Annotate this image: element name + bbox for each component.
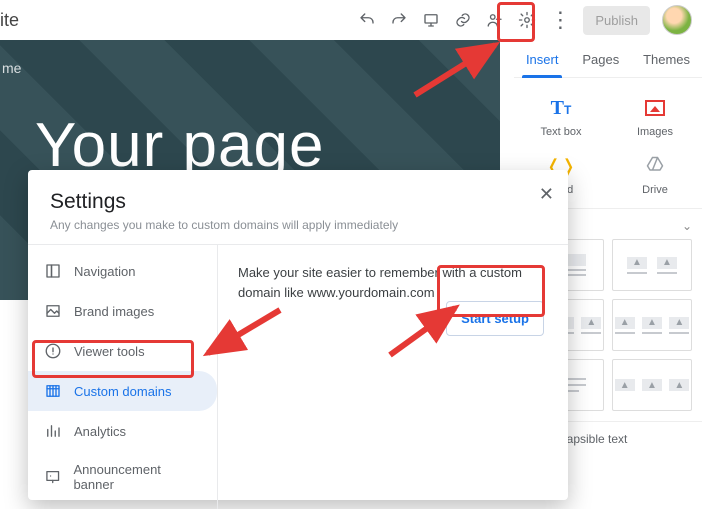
insert-images-label: Images [637, 126, 673, 138]
images-icon [645, 100, 665, 116]
layout-card[interactable]: ▲▲▲ [612, 359, 692, 411]
brand-images-icon [44, 302, 62, 320]
viewer-tools-icon [44, 342, 62, 360]
insert-textbox-label: Text box [541, 126, 582, 138]
gear-icon[interactable] [517, 10, 537, 30]
share-icon[interactable] [485, 10, 505, 30]
nav-custom-domains[interactable]: Custom domains [28, 371, 217, 411]
side-tabs: Insert Pages Themes [514, 40, 702, 78]
tab-insert[interactable]: Insert [522, 40, 563, 77]
nav-analytics[interactable]: Analytics [28, 411, 217, 451]
undo-icon[interactable] [357, 10, 377, 30]
insert-drive-label: Drive [642, 184, 668, 196]
link-icon[interactable] [453, 10, 473, 30]
nav-brand-images[interactable]: Brand images [28, 291, 217, 331]
layout-card[interactable]: ▲▲▲ [612, 299, 692, 351]
insert-drive[interactable]: Drive [625, 152, 685, 196]
nav-label: Custom domains [74, 384, 172, 399]
close-icon[interactable]: ✕ [539, 184, 554, 205]
custom-domains-icon [44, 382, 62, 400]
settings-modal: ✕ Settings Any changes you make to custo… [28, 170, 568, 500]
nav-label: Announcement banner [73, 462, 201, 492]
modal-content: Make your site easier to remember with a… [218, 245, 568, 509]
page-title[interactable]: Your page [0, 40, 500, 181]
start-setup-button[interactable]: Start setup [446, 301, 544, 336]
tab-themes[interactable]: Themes [639, 40, 694, 77]
modal-title: Settings [50, 190, 546, 214]
insert-textbox[interactable]: TT Text box [531, 94, 591, 138]
nav-announcement[interactable]: Announcement banner [28, 451, 217, 503]
more-icon[interactable]: ⋮ [549, 9, 571, 31]
site-name: ite [0, 0, 19, 40]
tab-pages[interactable]: Pages [578, 40, 623, 77]
insert-images[interactable]: Images [625, 94, 685, 138]
avatar[interactable] [662, 5, 692, 35]
publish-button[interactable]: Publish [583, 6, 650, 35]
content-text: Make your site easier to remember with a… [238, 263, 538, 302]
nav-label: Brand images [74, 304, 154, 319]
announcement-icon [44, 468, 61, 486]
nav-label: Analytics [74, 424, 126, 439]
drive-icon [644, 155, 666, 178]
nav-label: Viewer tools [74, 344, 145, 359]
nav-navigation[interactable]: Navigation [28, 251, 217, 291]
layout-card[interactable]: ▲▲ [612, 239, 692, 291]
nav-viewer-tools[interactable]: Viewer tools [28, 331, 217, 371]
modal-nav: Navigation Brand images Viewer tools Cus… [28, 245, 218, 509]
top-toolbar: ite ⋮ Publish [0, 0, 702, 40]
nav-label: Navigation [74, 264, 135, 279]
redo-icon[interactable] [389, 10, 409, 30]
textbox-icon: TT [551, 97, 572, 120]
chevron-down-icon[interactable]: ⌄ [682, 219, 692, 233]
preview-icon[interactable] [421, 10, 441, 30]
hero-home-label: me [0, 60, 21, 76]
modal-subtitle: Any changes you make to custom domains w… [50, 218, 546, 232]
navigation-icon [44, 262, 62, 280]
analytics-icon [44, 422, 62, 440]
